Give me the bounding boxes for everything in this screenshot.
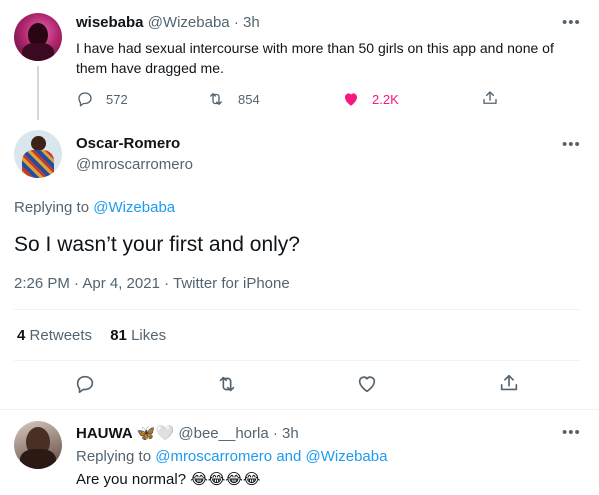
thread-line [37, 66, 39, 120]
tweet-time[interactable]: · 3h [273, 425, 299, 442]
avatar-wisebaba[interactable] [14, 13, 62, 61]
like-icon-filled [345, 93, 357, 106]
replying-and: and [276, 448, 302, 465]
tweet-time[interactable]: · 3h [234, 14, 260, 31]
more-icon[interactable]: ••• [562, 14, 581, 31]
avatar-oscar-romero[interactable] [14, 130, 62, 178]
tweet-timestamp[interactable]: 2:26 PM · Apr 4, 2021 · Twitter for iPho… [14, 275, 290, 292]
share-icon [500, 374, 518, 391]
reply-count: 572 [106, 91, 128, 107]
like-icon [358, 376, 376, 393]
retweet-icon [210, 93, 222, 105]
more-icon[interactable]: ••• [562, 424, 581, 441]
divider [0, 409, 599, 410]
share-icon [483, 91, 497, 104]
replying-to-label: Replying to [14, 199, 90, 216]
replying-to: Replying to @Wizebaba [14, 199, 175, 216]
author-handle[interactable]: @Wizebaba [148, 14, 230, 31]
avatar-hauwa[interactable] [14, 421, 62, 469]
retweets-stat[interactable]: 4 Retweets [17, 327, 96, 344]
likes-label: Likes [131, 327, 167, 344]
tweet-text: So I wasn’t your first and only? [14, 233, 300, 256]
likes-stat[interactable]: 81 Likes [110, 327, 166, 344]
like-count: 2.2K [372, 91, 399, 107]
tweet-text-emoji: 😂😂😂😂 [190, 471, 261, 488]
mention-link[interactable]: @Wizebaba [306, 448, 388, 465]
like-button[interactable]: 2.2K [342, 90, 399, 108]
tweet-text-main: Are you normal? [76, 471, 187, 488]
author-handle[interactable]: @bee__horla [178, 425, 268, 442]
replying-to: Replying to @mroscarromero and @Wizebaba [76, 448, 387, 465]
retweet-button[interactable]: 854 [206, 90, 260, 108]
reply-button[interactable] [74, 373, 96, 400]
reply-button[interactable]: 572 [76, 90, 128, 108]
retweets-count: 4 [17, 327, 26, 344]
likes-count: 81 [110, 327, 127, 344]
name-emoji: 🦋🤍 [136, 425, 175, 442]
like-button[interactable] [356, 373, 378, 400]
author-handle[interactable]: @mroscarromero [76, 156, 193, 173]
mention-link[interactable]: @mroscarromero [155, 448, 272, 465]
tweet-text: I have had sexual intercourse with more … [76, 40, 554, 76]
share-button[interactable] [481, 89, 499, 112]
retweets-label: Retweets [29, 327, 93, 344]
replying-to-label: Replying to [76, 448, 152, 465]
share-button[interactable] [498, 372, 520, 399]
tweet-stats: 4 Retweets 81 Likes [17, 327, 166, 344]
tweet-text: Are you normal? 😂😂😂😂 [76, 470, 260, 488]
author-name[interactable]: Oscar-Romero [76, 135, 180, 152]
more-icon[interactable]: ••• [562, 136, 581, 153]
retweet-button[interactable] [215, 373, 239, 400]
divider [14, 360, 580, 361]
author-name[interactable]: wisebaba [76, 14, 144, 31]
divider [14, 309, 580, 310]
reply-icon [76, 375, 94, 394]
mention-link[interactable]: @Wizebaba [93, 199, 175, 216]
retweet-count: 854 [238, 91, 260, 107]
retweet-icon [219, 376, 235, 392]
reply-icon [78, 92, 92, 107]
author-name[interactable]: HAUWA [76, 425, 133, 442]
